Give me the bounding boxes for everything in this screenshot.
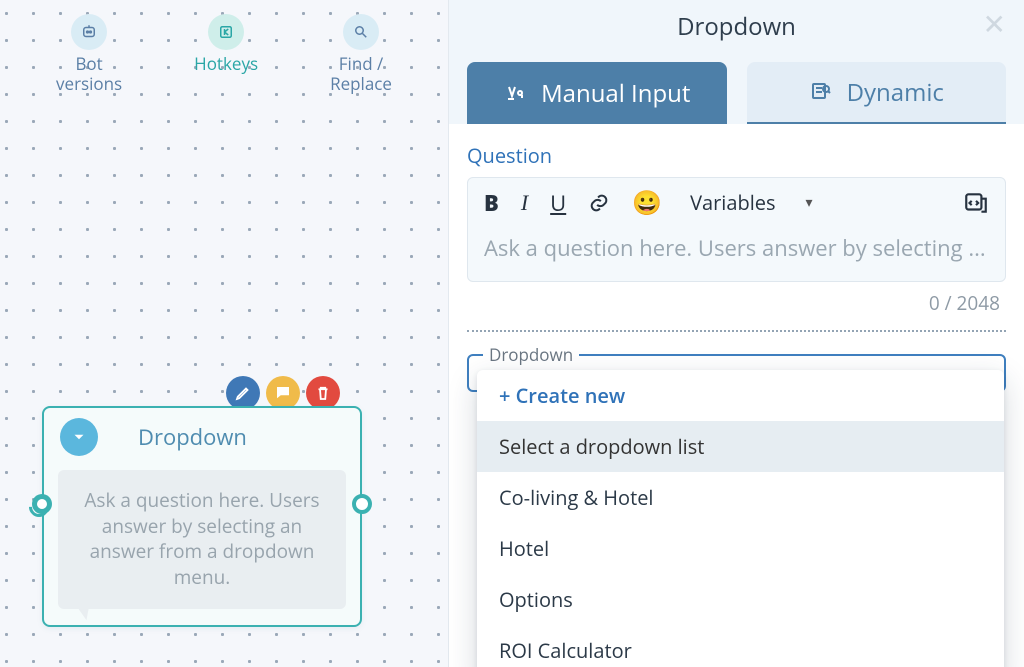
edit-node-button[interactable] bbox=[226, 376, 260, 410]
node-port-in[interactable] bbox=[32, 494, 52, 514]
text-icon bbox=[503, 81, 527, 105]
dropdown-option[interactable]: Hotel bbox=[477, 523, 1004, 574]
node-body-text: Ask a question here. Users answer by sel… bbox=[58, 470, 346, 609]
comment-node-button[interactable] bbox=[266, 376, 300, 410]
dropdown-placeholder-option[interactable]: Select a dropdown list bbox=[477, 421, 1004, 472]
canvas-toolbar: Bot versions Hotkeys Find / Replace bbox=[0, 14, 448, 93]
close-icon[interactable]: ✕ bbox=[983, 10, 1006, 38]
hotkeys-icon bbox=[208, 14, 244, 50]
find-replace-label: Find / Replace bbox=[330, 54, 392, 93]
tab-manual-input[interactable]: Manual Input bbox=[467, 62, 727, 124]
bot-versions-label: Bot versions bbox=[56, 54, 122, 93]
delete-node-button[interactable] bbox=[306, 376, 340, 410]
dropdown-node-icon bbox=[60, 418, 98, 456]
grid-search-icon bbox=[809, 80, 833, 104]
find-replace-icon bbox=[343, 14, 379, 50]
variables-dropdown[interactable]: Variables ▾ bbox=[690, 189, 812, 216]
dropdown-list-legend: Dropdown bbox=[483, 343, 579, 366]
bold-button[interactable]: B bbox=[484, 188, 499, 218]
node-header: Dropdown bbox=[44, 408, 360, 462]
hotkeys-label: Hotkeys bbox=[194, 54, 258, 74]
bot-versions-icon bbox=[71, 14, 107, 50]
tab-manual-label: Manual Input bbox=[541, 77, 690, 110]
link-button[interactable] bbox=[588, 192, 610, 214]
node-action-bar bbox=[226, 376, 340, 410]
question-input[interactable]: Ask a question here. Users answer by sel… bbox=[468, 227, 1005, 281]
code-block-button[interactable] bbox=[963, 190, 989, 216]
editor-toolbar: B I U 😀 Variables ▾ bbox=[468, 178, 1005, 227]
find-replace-button[interactable]: Find / Replace bbox=[330, 14, 392, 93]
panel-title: Dropdown bbox=[677, 10, 796, 43]
panel-tabs: Manual Input Dynamic bbox=[449, 52, 1024, 124]
create-new-option[interactable]: + Create new bbox=[477, 370, 1004, 421]
dropdown-list-popup: + Create new Select a dropdown list Co-l… bbox=[477, 370, 1004, 667]
hotkeys-button[interactable]: Hotkeys bbox=[194, 14, 258, 93]
emoji-button[interactable]: 😀 bbox=[632, 186, 662, 219]
bot-versions-button[interactable]: Bot versions bbox=[56, 14, 122, 93]
italic-button[interactable]: I bbox=[521, 190, 528, 216]
dropdown-option[interactable]: Options bbox=[477, 574, 1004, 625]
tab-dynamic[interactable]: Dynamic bbox=[747, 62, 1007, 124]
tab-dynamic-label: Dynamic bbox=[847, 76, 944, 109]
dropdown-list-select[interactable]: Dropdown + Create new Select a dropdown … bbox=[467, 354, 1006, 392]
canvas[interactable]: Bot versions Hotkeys Find / Replace bbox=[0, 0, 448, 667]
char-counter: 0 / 2048 bbox=[467, 282, 1006, 316]
dropdown-option[interactable]: Co-living & Hotel bbox=[477, 472, 1004, 523]
question-editor: B I U 😀 Variables ▾ Ask a question here.… bbox=[467, 177, 1006, 282]
properties-panel: Dropdown ✕ Manual Input Dynamic Question… bbox=[448, 0, 1024, 667]
question-section: Question B I U 😀 Variables ▾ Ask a quest… bbox=[449, 124, 1024, 316]
node-title: Dropdown bbox=[118, 422, 344, 452]
panel-header: Dropdown ✕ bbox=[449, 0, 1024, 52]
underline-button[interactable]: U bbox=[550, 188, 566, 218]
dropdown-option[interactable]: ROI Calculator bbox=[477, 625, 1004, 667]
node-port-out[interactable] bbox=[352, 494, 372, 514]
question-label: Question bbox=[467, 142, 1006, 169]
variables-label: Variables bbox=[690, 189, 775, 216]
chevron-down-icon: ▾ bbox=[806, 193, 813, 212]
dropdown-node[interactable]: Dropdown Ask a question here. Users answ… bbox=[42, 406, 362, 627]
